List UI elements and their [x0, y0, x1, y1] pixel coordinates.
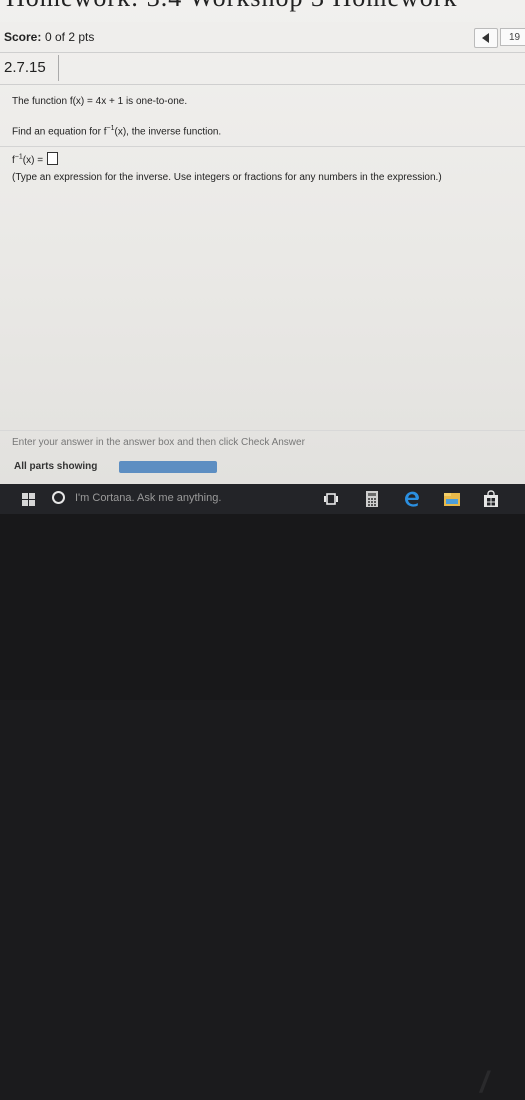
task-view-icon[interactable]: [322, 490, 340, 508]
problem-id: 2.7.15: [2, 55, 59, 81]
arrow-left-icon: [482, 33, 489, 43]
windows-start-icon[interactable]: [22, 493, 35, 506]
score-value: 0 of 2 pts: [45, 30, 95, 44]
edge-icon[interactable]: [403, 490, 421, 508]
question-number[interactable]: 19: [500, 28, 525, 46]
windows-taskbar: I'm Cortana. Ask me anything.: [0, 484, 525, 514]
inverse-exponent: −1: [106, 125, 115, 132]
store-icon[interactable]: [482, 490, 500, 508]
bezel-logo: /: [480, 1066, 489, 1099]
parts-showing-label: All parts showing: [14, 461, 98, 472]
calculator-icon[interactable]: [363, 490, 381, 508]
parts-progress-bar: [119, 461, 217, 473]
divider: [0, 84, 525, 85]
monitor-bezel: /: [0, 514, 525, 1099]
answer-row: f−1(x) =: [12, 152, 58, 166]
browser-screen: Homework: 3.4 Workshop 3 Homework Score:…: [0, 0, 525, 484]
assignment-title: Homework: 3.4 Workshop 3 Homework: [0, 0, 525, 11]
answer-hint: (Type an expression for the inverse. Use…: [12, 172, 442, 183]
problem-question: Find an equation for f−1(x), the inverse…: [12, 125, 221, 137]
question-text-suffix: (x), the inverse function.: [114, 126, 222, 138]
divider: [0, 146, 525, 147]
cortana-search-box[interactable]: I'm Cortana. Ask me anything.: [75, 492, 221, 504]
answer-instruction: Enter your answer in the answer box and …: [12, 437, 305, 448]
problem-statement: The function f(x) = 4x + 1 is one-to-one…: [12, 96, 188, 107]
previous-question-button[interactable]: [474, 28, 498, 48]
question-text: Find an equation for f: [12, 126, 107, 138]
answer-label-suffix: (x) =: [22, 155, 44, 166]
file-explorer-icon[interactable]: [443, 490, 461, 508]
answer-input[interactable]: [46, 152, 58, 165]
divider: [0, 430, 525, 431]
progress-fill: [119, 461, 217, 473]
answer-exponent: −1: [14, 153, 23, 161]
score-label: Score:: [4, 30, 42, 44]
score-bar: Score: 0 of 2 pts 19: [0, 22, 525, 53]
cortana-icon[interactable]: [52, 491, 65, 504]
